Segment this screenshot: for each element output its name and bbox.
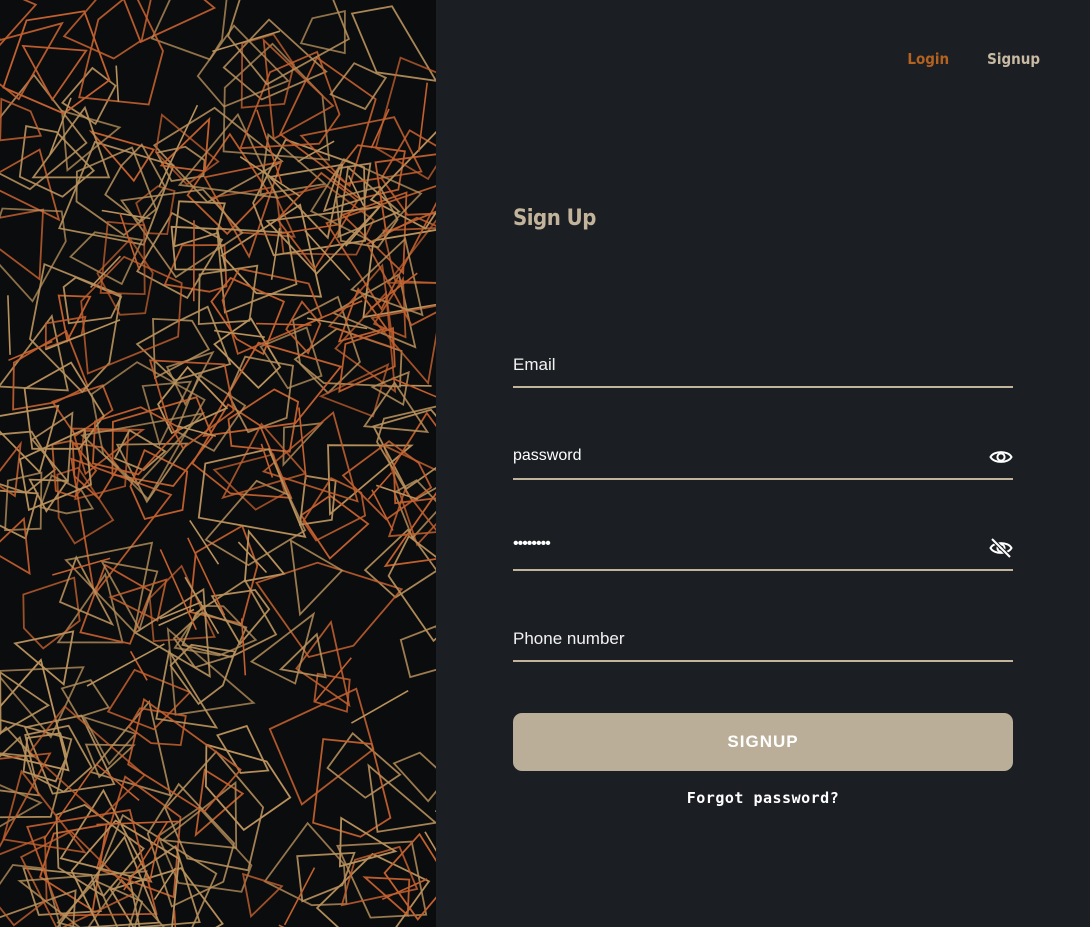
abstract-line-art	[0, 0, 436, 927]
art-shape	[123, 0, 217, 44]
signup-form-panel: Login Signup Sign Up password ••••••••	[436, 0, 1090, 927]
forgot-password-link[interactable]: Forgot password?	[513, 789, 1013, 807]
eye-icon[interactable]	[989, 447, 1013, 467]
art-line	[399, 384, 432, 387]
decorative-art-panel	[0, 0, 436, 927]
art-shape	[204, 743, 292, 832]
art-shape	[164, 750, 265, 872]
art-line	[391, 377, 436, 398]
page-title: Sign Up	[513, 206, 596, 231]
art-shape	[21, 44, 88, 102]
art-line	[256, 322, 312, 326]
art-line	[7, 295, 11, 355]
art-shape	[197, 264, 259, 326]
art-shape	[239, 50, 341, 150]
art-shape	[213, 317, 282, 390]
art-shape	[60, 109, 122, 172]
art-line	[115, 65, 120, 103]
eye-off-icon[interactable]	[989, 538, 1013, 558]
art-shape	[299, 9, 346, 55]
art-shape	[0, 718, 73, 819]
art-line	[351, 690, 409, 724]
page: Login Signup Sign Up password ••••••••	[0, 0, 1090, 927]
art-shape	[80, 255, 183, 375]
art-line	[52, 557, 111, 576]
art-shape	[0, 208, 45, 281]
art-shape	[80, 412, 206, 486]
email-field[interactable]	[513, 346, 973, 384]
art-shape	[78, 0, 164, 106]
confirm-password-field-container: ••••••••	[513, 529, 1013, 571]
art-line	[298, 300, 363, 328]
art-line	[367, 472, 393, 500]
art-shape	[255, 561, 404, 659]
password-field[interactable]: password	[513, 447, 581, 465]
art-shape	[362, 381, 430, 433]
art-shape	[0, 0, 38, 47]
art-line	[369, 272, 418, 310]
art-shape	[152, 317, 211, 380]
art-line	[86, 643, 165, 687]
art-shape	[350, 5, 436, 82]
nav-login-link[interactable]: Login	[907, 50, 949, 68]
art-line	[90, 255, 121, 288]
art-line	[159, 549, 197, 631]
art-shape	[263, 821, 348, 907]
art-shape	[227, 388, 300, 453]
art-line	[371, 489, 394, 531]
art-shape	[241, 872, 284, 919]
password-field-container: password	[513, 438, 1013, 480]
art-line	[424, 831, 436, 852]
art-line	[49, 97, 72, 155]
art-line	[129, 650, 148, 681]
art-shape	[399, 625, 436, 679]
art-shape	[392, 751, 436, 803]
art-shape	[0, 97, 43, 142]
art-line	[417, 82, 428, 152]
confirm-password-field[interactable]: ••••••••	[513, 535, 551, 553]
phone-field-container	[513, 620, 1013, 662]
top-navigation: Login Signup	[907, 50, 1040, 68]
phone-number-field[interactable]	[513, 620, 973, 658]
signup-button[interactable]: SIGNUP	[513, 713, 1013, 771]
art-line	[214, 329, 265, 338]
art-line	[370, 108, 390, 149]
art-shape	[262, 37, 335, 141]
art-shape	[299, 494, 370, 560]
art-shape	[0, 207, 67, 303]
art-shape	[157, 806, 253, 893]
art-shape	[202, 341, 343, 438]
art-shape	[210, 589, 271, 646]
art-shape	[106, 668, 192, 731]
art-shape	[289, 538, 344, 617]
email-field-container	[513, 346, 1013, 388]
nav-signup-link[interactable]: Signup	[987, 50, 1040, 68]
